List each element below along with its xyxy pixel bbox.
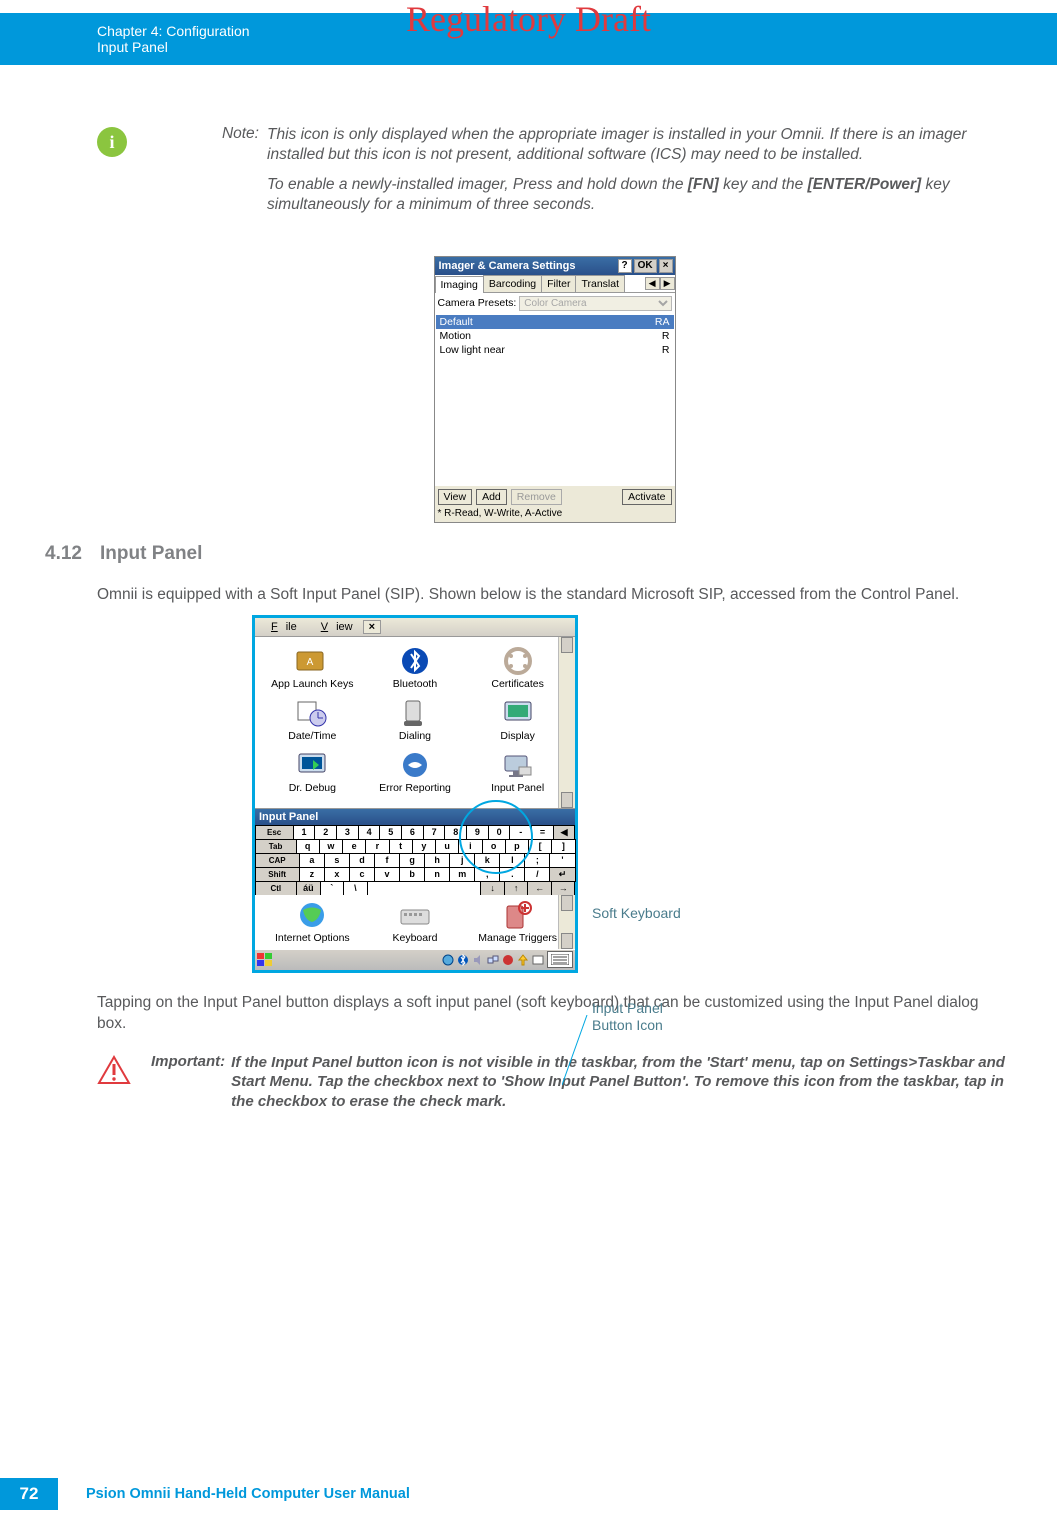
paragraph-1: Omnii is equipped with a Soft Input Pane… [97,585,1012,606]
icon-internet-options[interactable]: Internet Options [267,899,357,945]
bottom-bar: View Add Remove Activate * R-Read, W-Wri… [435,486,675,522]
section-heading: 4.12 Input Panel [97,543,1012,565]
window-title: Imager & Camera Settings [437,260,616,272]
list-item: MotionR [436,329,674,343]
menubar: File View × [255,618,575,637]
add-button[interactable]: Add [476,489,507,505]
icon-input-panel[interactable]: Input Panel [473,749,563,795]
scrollbar-2[interactable] [558,895,575,949]
remove-button[interactable]: Remove [511,489,562,505]
icon-keyboard[interactable]: Keyboard [370,899,460,945]
preset-list[interactable]: DefaultRA MotionR Low light nearR [435,314,675,486]
icon-datetime[interactable]: Date/Time [267,697,357,743]
view-button[interactable]: View [438,489,473,505]
callout-input-panel-button: Input PanelButton Icon [592,1000,663,1034]
callout-soft-keyboard: Soft Keyboard [592,905,681,922]
tray-shell-icon[interactable] [531,953,545,967]
icon-error-reporting[interactable]: Error Reporting [370,749,460,795]
section-title: Input Panel [100,543,202,565]
svg-text:A: A [307,657,314,668]
close-button[interactable]: × [363,620,381,634]
list-item: Low light nearR [436,343,674,357]
important-block: Important: If the Input Panel button ico… [97,1053,1012,1112]
list-item: DefaultRA [436,315,674,329]
icon-dialing[interactable]: Dialing [370,697,460,743]
tab-scroll[interactable]: ◀▶ [645,277,675,290]
menu-view[interactable]: View [305,619,361,635]
footer-title: Psion Omnii Hand-Held Computer User Manu… [86,1486,410,1502]
tray-bluetooth-icon[interactable] [456,953,470,967]
screenshot-control-panel: File View × AApp Launch Keys Bluetooth C… [252,615,578,972]
icon-manage-triggers[interactable]: Manage Triggers [473,899,563,945]
footer: 72 Psion Omnii Hand-Held Computer User M… [0,1478,410,1510]
important-text: If the Input Panel button icon is not vi… [225,1053,1012,1112]
page-number: 72 [0,1478,58,1510]
icon-dr-debug[interactable]: Dr. Debug [267,749,357,795]
presets-label: Camera Presets: [438,297,517,309]
page-body: i Note: This icon is only displayed when… [97,95,1012,1111]
presets-row: Camera Presets: Color Camera [435,293,675,314]
tab-imaging[interactable]: Imaging [435,276,484,293]
icon-certificates[interactable]: Certificates [473,645,563,691]
icon-grid: AApp Launch Keys Bluetooth Certificates … [255,637,575,808]
input-panel-button-icon[interactable] [547,951,573,968]
tray-volume-icon[interactable] [471,953,485,967]
note-text: This icon is only displayed when the app… [267,125,1012,226]
tray-globe-icon[interactable] [441,953,455,967]
section-number: 4.12 [27,543,100,565]
system-tray [441,953,545,967]
menu-file[interactable]: File [255,619,305,635]
circle-highlight [459,800,533,874]
tray-warn-icon[interactable] [501,953,515,967]
tab-filter[interactable]: Filter [541,275,576,292]
info-icon: i [97,127,127,157]
icon-bluetooth[interactable]: Bluetooth [370,645,460,691]
footnote: * R-Read, W-Write, A-Active [438,508,672,519]
tab-barcoding[interactable]: Barcoding [483,275,542,292]
screenshot-imager-settings: Imager & Camera Settings ? OK × Imaging … [434,256,676,523]
presets-select[interactable]: Color Camera [519,296,671,311]
start-button[interactable] [257,953,273,967]
note-block: i Note: This icon is only displayed when… [97,125,1012,226]
section-label: Input Panel [97,39,1057,55]
titlebar: Imager & Camera Settings ? OK × [435,257,675,275]
icon-grid-2: Internet Options Keyboard Manage Trigger… [255,895,575,949]
tab-translate[interactable]: Translat [575,275,625,292]
tray-neighbor-icon[interactable] [486,953,500,967]
screenshot-control-panel-wrap: File View × AApp Launch Keys Bluetooth C… [252,615,842,972]
taskbar [255,949,575,970]
tab-strip: Imaging Barcoding Filter Translat ◀▶ [435,275,675,293]
tray-power-icon[interactable] [516,953,530,967]
icon-display[interactable]: Display [473,697,563,743]
important-label: Important: [151,1053,225,1070]
ok-button[interactable]: OK [634,259,657,273]
paragraph-2: Tapping on the Input Panel button displa… [97,993,1012,1035]
close-button[interactable]: × [659,259,673,273]
help-button[interactable]: ? [618,259,632,273]
warning-icon [97,1055,131,1090]
activate-button[interactable]: Activate [622,489,671,505]
icon-app-launch-keys[interactable]: AApp Launch Keys [267,645,357,691]
watermark: Regulatory Draft [0,0,1057,40]
note-label: Note: [151,125,267,143]
